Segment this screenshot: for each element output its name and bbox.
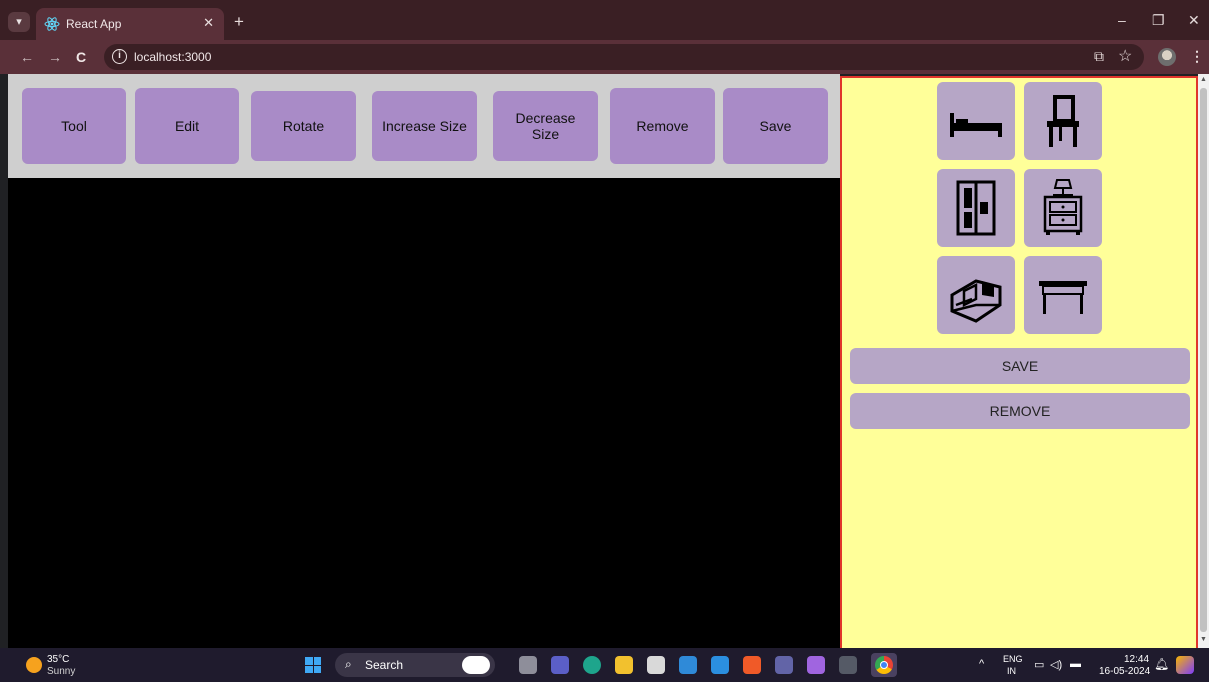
decrease-size-button[interactable]: Decrease Size bbox=[493, 91, 598, 161]
furniture-panel: SAVE REMOVE bbox=[840, 76, 1198, 650]
store-icon[interactable] bbox=[647, 656, 665, 674]
vscode-icon[interactable] bbox=[711, 656, 729, 674]
tab-search-button[interactable]: ▾ bbox=[8, 12, 30, 32]
weather-description[interactable]: Sunny bbox=[47, 666, 75, 677]
restore-button[interactable]: ❐ bbox=[1152, 12, 1165, 29]
tray-chevron-icon[interactable]: ^ bbox=[979, 658, 984, 670]
language-top[interactable]: ENG bbox=[1003, 654, 1023, 664]
rotate-button[interactable]: Rotate bbox=[251, 91, 356, 161]
url-text[interactable]: localhost:3000 bbox=[134, 50, 211, 64]
page-scrollbar[interactable]: ▲ ▼ bbox=[1198, 74, 1209, 648]
teams-new-icon[interactable] bbox=[775, 656, 793, 674]
file-explorer-icon[interactable] bbox=[615, 656, 633, 674]
weather-sun-icon[interactable] bbox=[26, 657, 42, 673]
remove-button[interactable]: Remove bbox=[610, 88, 715, 164]
reload-icon[interactable]: C bbox=[76, 49, 86, 65]
bed-icon bbox=[950, 113, 1002, 137]
tab-title: React App bbox=[66, 17, 122, 31]
canvas-area[interactable]: Tool Edit Rotate Increase Size Decrease … bbox=[8, 74, 840, 648]
address-bar[interactable]: i localhost:3000 bbox=[104, 44, 1144, 70]
edit-button[interactable]: Edit bbox=[135, 88, 239, 164]
close-window-button[interactable]: ✕ bbox=[1188, 12, 1200, 29]
network-icon[interactable]: ▭ bbox=[1034, 658, 1044, 671]
furniture-wardrobe-tile[interactable] bbox=[937, 169, 1015, 247]
profile-avatar[interactable] bbox=[1158, 48, 1176, 66]
furniture-nightstand-tile[interactable] bbox=[1024, 169, 1102, 247]
sofa-icon bbox=[950, 279, 1002, 323]
copilot-icon[interactable] bbox=[1176, 656, 1194, 674]
table-icon bbox=[1039, 281, 1087, 314]
new-tab-button[interactable]: + bbox=[234, 12, 244, 32]
furniture-bed-tile[interactable] bbox=[937, 82, 1015, 160]
nightstand-icon bbox=[1043, 179, 1083, 235]
mail-icon[interactable] bbox=[679, 656, 697, 674]
battery-icon[interactable]: ▬ bbox=[1070, 658, 1081, 670]
panel-save-button[interactable]: SAVE bbox=[850, 348, 1190, 384]
language-bottom[interactable]: IN bbox=[1007, 666, 1016, 676]
furniture-sofa-tile[interactable] bbox=[937, 256, 1015, 334]
taskbar-search[interactable]: ⌕ Search bbox=[335, 653, 495, 677]
editor-toolbar: Tool Edit Rotate Increase Size Decrease … bbox=[8, 74, 840, 178]
furniture-table-tile[interactable] bbox=[1024, 256, 1102, 334]
menu-icon[interactable]: ⋮ bbox=[1190, 48, 1204, 65]
scroll-thumb[interactable] bbox=[1200, 88, 1207, 632]
back-icon[interactable]: ← bbox=[20, 49, 34, 65]
clock-date[interactable]: 16-05-2024 bbox=[1099, 666, 1150, 677]
notification-bell-icon[interactable]: 🔔︎ bbox=[1154, 657, 1169, 671]
tab-react-app[interactable]: React App ✕ bbox=[36, 8, 224, 40]
minimize-button[interactable]: – bbox=[1118, 12, 1126, 28]
clock-time[interactable]: 12:44 bbox=[1124, 654, 1149, 665]
tool-button[interactable]: Tool bbox=[22, 88, 126, 164]
cast-icon[interactable]: ⧉ bbox=[1094, 48, 1104, 65]
task-view-icon[interactable] bbox=[519, 656, 537, 674]
bookmark-star-icon[interactable]: ☆ bbox=[1118, 46, 1132, 66]
furniture-chair-tile[interactable] bbox=[1024, 82, 1102, 160]
tab-strip: ▾ React App ✕ + – ❐ ✕ bbox=[0, 0, 1209, 40]
panel-remove-button[interactable]: REMOVE bbox=[850, 393, 1190, 429]
wardrobe-icon bbox=[956, 180, 996, 236]
chrome-icon[interactable] bbox=[871, 653, 897, 677]
react-icon bbox=[44, 17, 60, 31]
terminal-icon[interactable] bbox=[839, 656, 857, 674]
search-icon: ⌕ bbox=[345, 657, 352, 671]
increase-size-button[interactable]: Increase Size bbox=[372, 91, 477, 161]
chair-icon bbox=[1047, 95, 1079, 147]
teams-icon[interactable] bbox=[551, 656, 569, 674]
edge-icon[interactable] bbox=[583, 656, 601, 674]
volume-icon[interactable]: ◁) bbox=[1050, 658, 1062, 671]
page-content: Tool Edit Rotate Increase Size Decrease … bbox=[8, 74, 1198, 650]
taskbar: 35°C Sunny ⌕ Search ^ ENG IN ▭ ◁) ▬ 12:4… bbox=[0, 648, 1209, 682]
site-info-icon[interactable]: i bbox=[112, 49, 127, 64]
visual-studio-icon[interactable] bbox=[807, 656, 825, 674]
search-highlight-icon bbox=[462, 656, 490, 674]
scroll-up-icon[interactable]: ▲ bbox=[1200, 76, 1207, 83]
scroll-down-icon[interactable]: ▼ bbox=[1200, 636, 1207, 643]
browser-toolbar: ← → C i localhost:3000 ⧉ ☆ ⋮ bbox=[0, 40, 1209, 74]
weather-temperature[interactable]: 35°C bbox=[47, 654, 69, 665]
brave-icon[interactable] bbox=[743, 656, 761, 674]
tab-close-icon[interactable]: ✕ bbox=[203, 15, 214, 31]
windows-start-icon[interactable] bbox=[305, 657, 321, 673]
save-button[interactable]: Save bbox=[723, 88, 828, 164]
search-label: Search bbox=[365, 658, 404, 672]
forward-icon[interactable]: → bbox=[48, 49, 62, 65]
